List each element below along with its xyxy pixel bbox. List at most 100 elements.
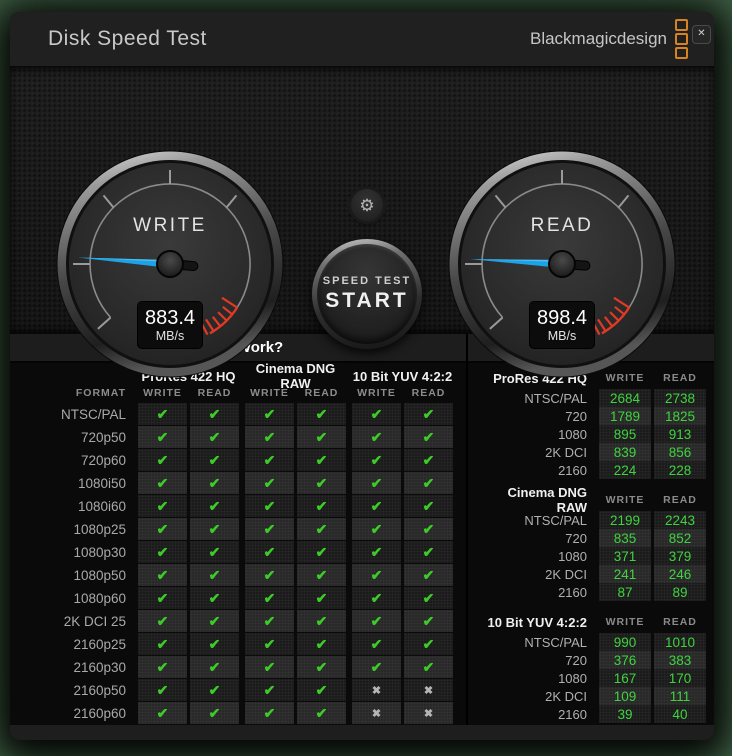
check-icon: ✔ — [190, 541, 239, 563]
format-label: 2K DCI — [482, 689, 599, 704]
check-icon: ✔ — [245, 403, 294, 425]
check-icon: ✔ — [404, 656, 453, 678]
format-label: 1080i60 — [10, 499, 138, 514]
check-icon: ✔ — [352, 541, 401, 563]
read-value-box: 898.4 MB/s — [530, 302, 594, 348]
check-icon: ✔ — [245, 587, 294, 609]
sub-column-header: READ — [297, 387, 346, 399]
check-icon: ✔ — [297, 656, 346, 678]
read-speed-value: 898.4 — [537, 307, 587, 329]
check-icon: ✔ — [138, 656, 187, 678]
read-speed-cell: 2243 — [654, 511, 706, 529]
check-icon: ✔ — [245, 518, 294, 540]
format-label: 2K DCI — [482, 445, 599, 460]
table-row: 2160p50 ✔✔✔✔✖✖ — [10, 679, 462, 701]
check-icon: ✔ — [404, 518, 453, 540]
check-icon: ✔ — [245, 564, 294, 586]
write-speed-unit: MB/s — [156, 329, 184, 343]
format-label: 1080 — [482, 671, 599, 686]
table-row: 2K DCI 241 246 — [482, 565, 706, 583]
logo-square — [675, 33, 688, 45]
check-icon: ✔ — [190, 564, 239, 586]
check-icon: ✔ — [297, 633, 346, 655]
check-icon: ✔ — [352, 610, 401, 632]
write-column-header: WRITE — [599, 494, 651, 506]
cross-icon: ✖ — [404, 702, 453, 724]
table-row: 2160p60 ✔✔✔✔✖✖ — [10, 702, 462, 724]
check-icon: ✔ — [190, 702, 239, 724]
check-icon: ✔ — [190, 426, 239, 448]
check-icon: ✔ — [352, 633, 401, 655]
format-label: 1080p60 — [10, 591, 138, 606]
table-row: 2160 87 89 — [482, 583, 706, 601]
check-icon: ✔ — [138, 679, 187, 701]
codec-section-header: Cinema DNG RAW WRITE READ — [482, 489, 706, 511]
check-icon: ✔ — [190, 518, 239, 540]
check-icon: ✔ — [352, 564, 401, 586]
sub-column-header: READ — [190, 387, 239, 399]
codec-section-rows: NTSC/PAL 990 1010 720 376 383 1080 167 1… — [482, 633, 706, 723]
table-row: NTSC/PAL 2684 2738 — [482, 389, 706, 407]
format-label: NTSC/PAL — [482, 635, 599, 650]
start-button-subtitle: SPEED TEST — [323, 275, 411, 287]
cross-icon: ✖ — [404, 679, 453, 701]
check-icon: ✔ — [404, 426, 453, 448]
column-header-row: FORMAT WRITEREADWRITEREADWRITEREAD — [10, 385, 462, 401]
table-row: 2K DCI 839 856 — [482, 443, 706, 461]
write-speed-cell: 241 — [599, 565, 651, 583]
format-label: 720p50 — [10, 430, 138, 445]
write-value-box: 883.4 MB/s — [138, 302, 202, 348]
check-icon: ✔ — [297, 702, 346, 724]
close-button[interactable]: ✕ — [692, 25, 711, 44]
table-row: NTSC/PAL ✔✔✔✔✔✔ — [10, 403, 462, 425]
table-row: 1080p30 ✔✔✔✔✔✔ — [10, 541, 462, 563]
read-speed-cell: 913 — [654, 425, 706, 443]
read-speed-cell: 1825 — [654, 407, 706, 425]
table-row: 2160p25 ✔✔✔✔✔✔ — [10, 633, 462, 655]
codec-section: ProRes 422 HQ WRITE READ NTSC/PAL 2684 2… — [482, 367, 706, 479]
check-icon: ✔ — [245, 633, 294, 655]
check-icon: ✔ — [352, 656, 401, 678]
read-speed-unit: MB/s — [548, 329, 576, 343]
sub-column-header: WRITE — [138, 387, 187, 399]
check-icon: ✔ — [245, 679, 294, 701]
format-label: 2160p60 — [10, 706, 138, 721]
check-icon: ✔ — [245, 495, 294, 517]
read-speed-cell: 40 — [654, 705, 706, 723]
table-row: 2160p30 ✔✔✔✔✔✔ — [10, 656, 462, 678]
check-icon: ✔ — [245, 541, 294, 563]
write-speed-cell: 835 — [599, 529, 651, 547]
check-icon: ✔ — [190, 449, 239, 471]
check-icon: ✔ — [138, 495, 187, 517]
read-speed-cell: 379 — [654, 547, 706, 565]
codec-section-header: 10 Bit YUV 4:2:2 WRITE READ — [482, 611, 706, 633]
check-icon: ✔ — [404, 541, 453, 563]
cross-icon: ✖ — [352, 679, 401, 701]
check-icon: ✔ — [404, 403, 453, 425]
check-icon: ✔ — [352, 587, 401, 609]
check-icon: ✔ — [138, 541, 187, 563]
check-icon: ✔ — [352, 403, 401, 425]
logo-square — [675, 47, 688, 59]
write-speed-cell: 990 — [599, 633, 651, 651]
write-speed-cell: 2199 — [599, 511, 651, 529]
start-button[interactable]: SPEED TEST START — [312, 239, 422, 349]
format-label: 2160 — [482, 463, 599, 478]
check-icon: ✔ — [245, 426, 294, 448]
read-speed-cell: 89 — [654, 583, 706, 601]
check-icon: ✔ — [404, 633, 453, 655]
logo-square — [675, 19, 688, 31]
check-icon: ✔ — [404, 472, 453, 494]
check-icon: ✔ — [297, 426, 346, 448]
settings-button[interactable]: ⚙ — [351, 189, 383, 221]
check-icon: ✔ — [352, 472, 401, 494]
check-icon: ✔ — [404, 564, 453, 586]
table-row: 1080i60 ✔✔✔✔✔✔ — [10, 495, 462, 517]
codec-group-title: 10 Bit YUV 4:2:2 — [352, 369, 453, 384]
sub-column-header: READ — [404, 387, 453, 399]
table-row: 1080p25 ✔✔✔✔✔✔ — [10, 518, 462, 540]
format-column-header: FORMAT — [10, 387, 138, 399]
format-label: 1080 — [482, 427, 599, 442]
write-speed-value: 883.4 — [145, 307, 195, 329]
codec-name: Cinema DNG RAW — [482, 485, 599, 515]
